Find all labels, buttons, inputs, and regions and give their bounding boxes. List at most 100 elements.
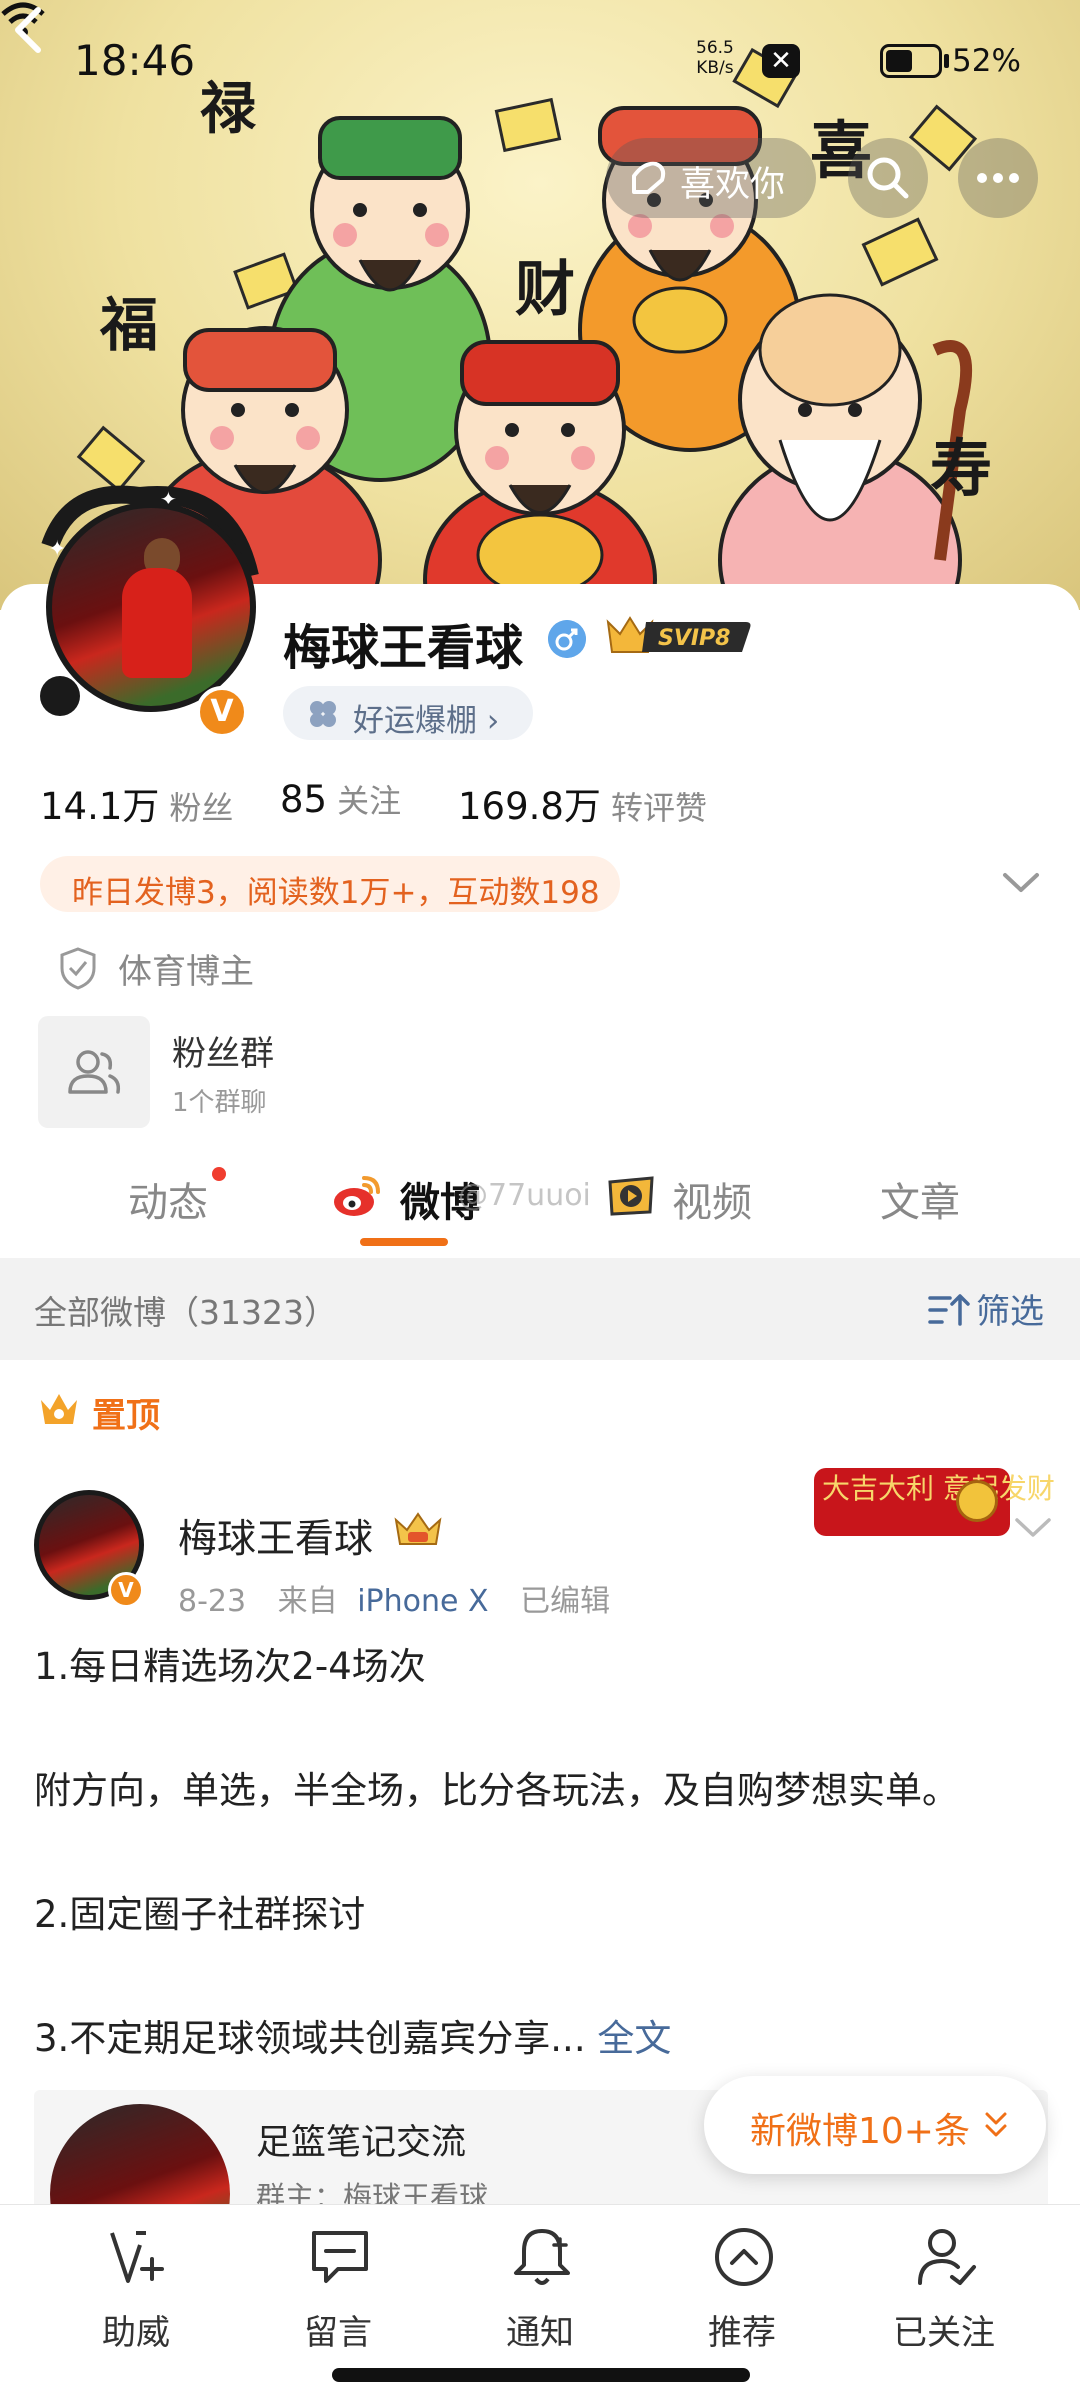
banner-char-cai: 财 bbox=[515, 255, 575, 325]
vip-crown-icon bbox=[394, 1512, 442, 1545]
post-body: 1.每日精选场次2-4场次 附方向，单选，半全场，比分各玩法，及自购梦想实单。 … bbox=[34, 1636, 1054, 2070]
filter-button[interactable]: 筛选 bbox=[976, 1284, 1044, 1333]
post-verified-badge: V bbox=[108, 1572, 144, 1608]
post-line-4: 3.不定期足球领域共创嘉宾分享... 全文 bbox=[34, 2017, 672, 2060]
coin-icon bbox=[956, 1480, 998, 1522]
network-speed: 56.5 KB/s bbox=[696, 38, 734, 78]
followed-button[interactable]: 已关注 bbox=[864, 2225, 1024, 2365]
more-dots-icon bbox=[977, 173, 1019, 183]
banner-char-fu: 福 bbox=[99, 291, 158, 359]
filter-bar: 全部微博（31323） 筛选 bbox=[0, 1258, 1080, 1360]
category-label: 体育博主 bbox=[118, 952, 254, 992]
svip-badge[interactable]: SVIP8 bbox=[606, 614, 754, 658]
clover-icon bbox=[310, 701, 336, 727]
stat-following[interactable]: 85 关注 bbox=[280, 776, 401, 822]
fan-group-tile bbox=[38, 1016, 150, 1128]
double-chevron-down-icon bbox=[985, 2112, 1007, 2137]
stat-interactions-value: 169.8万 bbox=[458, 785, 601, 828]
weibo-logo-icon bbox=[334, 1176, 380, 1216]
stat-fans-value: 14.1万 bbox=[40, 785, 160, 828]
battery-tip bbox=[944, 54, 949, 68]
followed-icon bbox=[918, 2229, 976, 2285]
full-text-link[interactable]: 全文 bbox=[597, 2017, 671, 2060]
luck-status-chip[interactable]: 好运爆棚 › bbox=[283, 686, 533, 740]
new-posts-button[interactable]: 新微博10+条 bbox=[704, 2076, 1046, 2174]
post-author-avatar[interactable]: V bbox=[28, 1482, 150, 1612]
stat-following-value: 85 bbox=[280, 778, 328, 821]
bell-plus-icon bbox=[514, 2229, 570, 2285]
fan-group-entry[interactable]: 粉丝群 1个群聊 bbox=[38, 1016, 498, 1128]
status-time: 18:46 bbox=[74, 36, 196, 85]
profile-name: 梅球王看球 bbox=[283, 620, 524, 676]
network-speed-value: 56.5 bbox=[696, 38, 734, 58]
luck-status-label: 好运爆棚 › bbox=[353, 703, 500, 739]
more-button[interactable] bbox=[958, 138, 1038, 218]
post-line-3: 2.固定圈子社群探讨 bbox=[34, 1893, 366, 1936]
stat-interactions-label: 转评赞 bbox=[610, 789, 707, 827]
search-button[interactable] bbox=[848, 138, 928, 218]
back-arrow-icon[interactable] bbox=[0, 0, 60, 60]
no-sim-icon: ✕ bbox=[762, 44, 800, 78]
filter-sort-icon bbox=[928, 1294, 970, 1326]
fan-group-subtitle: 1个群聊 bbox=[172, 1088, 267, 1118]
message-icon bbox=[312, 2231, 368, 2283]
svip-label: SVIP8 bbox=[658, 626, 731, 651]
like-you-button[interactable]: 喜欢你 bbox=[606, 138, 816, 218]
male-gender-icon bbox=[548, 620, 586, 658]
new-year-badge-text: 大吉大利 意起发财 bbox=[822, 1472, 1055, 1505]
tab-video[interactable]: 视频 bbox=[672, 1170, 752, 1228]
shield-icon bbox=[60, 947, 96, 990]
verified-badge: V bbox=[196, 686, 248, 738]
battery-icon bbox=[880, 44, 942, 78]
tab-dynamics-notification-dot bbox=[212, 1167, 226, 1181]
crown-icon bbox=[41, 1394, 77, 1424]
stat-following-label: 关注 bbox=[337, 782, 402, 820]
chevron-down-icon[interactable] bbox=[1002, 870, 1040, 896]
avatar-image bbox=[46, 502, 256, 712]
like-icon bbox=[632, 161, 666, 194]
new-year-badge: 大吉大利 意起发财 bbox=[814, 1468, 1055, 1536]
search-icon bbox=[867, 157, 909, 199]
avatar-player bbox=[122, 568, 192, 678]
stat-fans-label: 粉丝 bbox=[169, 789, 234, 827]
cheer-icon bbox=[110, 2231, 164, 2283]
recommend-label: 推荐 bbox=[708, 2313, 776, 2353]
battery-level bbox=[886, 50, 912, 72]
notify-label: 通知 bbox=[506, 2313, 574, 2353]
tab-dynamics[interactable]: 动态 bbox=[128, 1170, 208, 1228]
banner-char-shou: 寿 bbox=[930, 432, 992, 505]
cheer-label: 助威 bbox=[102, 2313, 170, 2353]
daily-summary-label: 昨日发博3，阅读数1万+，互动数198 bbox=[72, 875, 600, 911]
battery-percent: 52% bbox=[952, 43, 1021, 79]
post-menu-chevron-icon[interactable] bbox=[1014, 1516, 1052, 1540]
notify-button[interactable]: 通知 bbox=[460, 2225, 620, 2365]
watermark: @77uuoi bbox=[458, 1178, 591, 1213]
post-line-2: 附方向，单选，半全场，比分各玩法，及自购梦想实单。 bbox=[34, 1769, 959, 1812]
post-line-1: 1.每日精选场次2-4场次 bbox=[34, 1645, 426, 1688]
recommend-button[interactable]: 推荐 bbox=[662, 2225, 822, 2365]
tab-article[interactable]: 文章 bbox=[880, 1170, 960, 1228]
post-author-name[interactable]: 梅球王看球 bbox=[178, 1508, 373, 1564]
stat-fans[interactable]: 14.1万 粉丝 bbox=[40, 776, 233, 830]
all-posts-count: 全部微博（31323） bbox=[34, 1293, 337, 1332]
home-indicator[interactable] bbox=[332, 2368, 750, 2382]
stat-interactions[interactable]: 169.8万 转评赞 bbox=[458, 776, 707, 830]
group-chat-title: 足篮笔记交流 bbox=[256, 2123, 467, 2163]
post-device[interactable]: iPhone X bbox=[357, 1584, 488, 1619]
cheer-button[interactable]: 助威 bbox=[56, 2225, 216, 2365]
post-date: 8-23 bbox=[178, 1584, 247, 1619]
daily-summary-chip[interactable]: 昨日发博3，阅读数1万+，互动数198 bbox=[40, 856, 620, 912]
post-edited: 已编辑 bbox=[520, 1584, 611, 1619]
status-bar: 18:46 56.5 KB/s ✕ 52% bbox=[0, 0, 1080, 120]
tab-active-underline bbox=[360, 1238, 448, 1246]
post-meta: 8-23 来自 iPhone X 已编辑 bbox=[178, 1576, 610, 1620]
network-speed-unit: KB/s bbox=[696, 58, 734, 78]
message-label: 留言 bbox=[304, 2313, 372, 2353]
video-logo-icon bbox=[608, 1176, 654, 1216]
message-button[interactable]: 留言 bbox=[258, 2225, 418, 2365]
profile-page: 禄 福 财 喜 寿 18:46 56.5 KB/s ✕ 52% 喜欢你 ✦ ✦ … bbox=[0, 0, 1080, 2400]
fan-group-title: 粉丝群 bbox=[172, 1034, 274, 1074]
recommend-icon bbox=[715, 2228, 773, 2286]
new-posts-label: 新微博10+条 bbox=[750, 2111, 970, 2152]
post-source-prefix: 来自 bbox=[277, 1584, 338, 1619]
